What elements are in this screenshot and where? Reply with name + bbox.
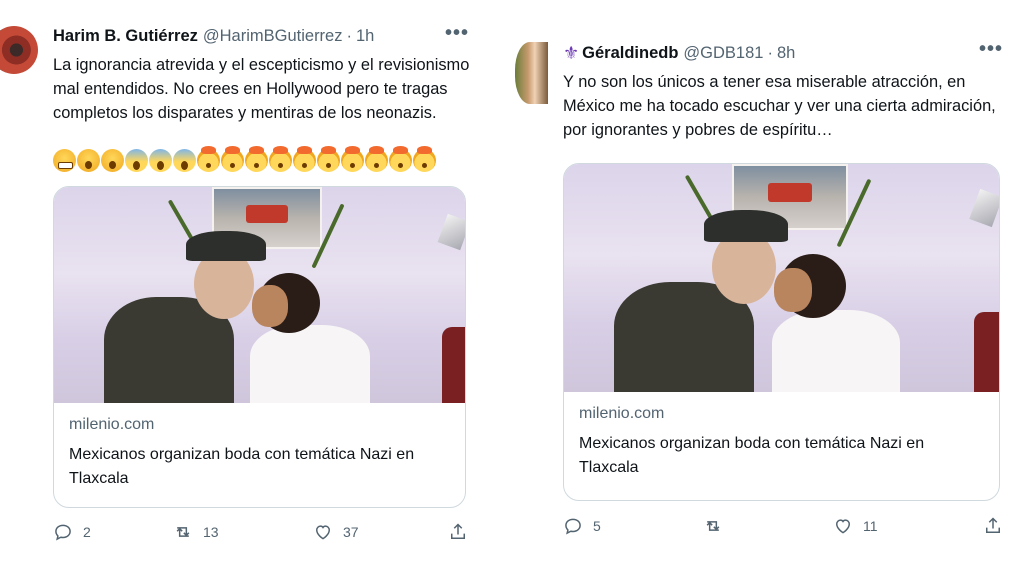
separator-dot: ·	[346, 27, 352, 45]
reply-button[interactable]: 5	[563, 516, 703, 536]
grimace-emoji	[53, 149, 76, 172]
timestamp[interactable]: 8h	[777, 44, 795, 63]
retweet-icon	[706, 521, 720, 531]
link-card[interactable]: milenio.com Mexicanos organizan boda con…	[53, 186, 466, 508]
retweet-button[interactable]: 13	[173, 522, 313, 542]
retweet-icon	[176, 527, 190, 537]
user-handle[interactable]: @GDB181	[683, 44, 763, 63]
user-handle[interactable]: @HarimBGutierrez	[203, 27, 343, 46]
chair	[442, 327, 465, 403]
mind-blown-emoji	[269, 146, 292, 172]
tweet-header: ⚜ Géraldinedb @GDB181 · 8h	[563, 43, 795, 64]
share-button[interactable]	[448, 522, 468, 542]
mind-blown-emoji	[245, 146, 268, 172]
mind-blown-emoji	[341, 146, 364, 172]
scream-emoji	[125, 149, 148, 172]
share-icon	[986, 517, 1000, 533]
more-options-icon[interactable]: •••	[979, 38, 1003, 61]
card-domain: milenio.com	[579, 405, 665, 422]
more-options-icon[interactable]: •••	[445, 22, 469, 45]
action-bar: 5 11	[563, 516, 1003, 536]
heart-icon	[315, 525, 331, 540]
tweet-text: La ignorancia atrevida y el escepticismo…	[53, 56, 470, 122]
reply-icon	[565, 518, 581, 535]
retweet-button[interactable]	[703, 516, 833, 536]
mind-blown-emoji	[317, 146, 340, 172]
like-count: 11	[863, 518, 878, 534]
astonished-emoji	[101, 149, 124, 172]
display-name[interactable]: Harim B. Gutiérrez	[53, 27, 198, 46]
scream-emoji	[173, 149, 196, 172]
mind-blown-emoji	[197, 146, 220, 172]
avatar[interactable]	[515, 42, 548, 104]
scream-emoji	[149, 149, 172, 172]
reply-button[interactable]: 2	[53, 522, 173, 542]
action-bar: 2 13 37	[53, 522, 468, 542]
card-domain: milenio.com	[69, 416, 155, 433]
like-count: 37	[343, 524, 359, 540]
reply-count: 5	[593, 518, 601, 534]
share-icon	[451, 523, 465, 539]
link-card[interactable]: milenio.com Mexicanos organizan boda con…	[563, 163, 1000, 501]
soldier-cap	[186, 231, 266, 261]
chair	[974, 312, 999, 392]
card-title: Mexicanos organizan boda con temática Na…	[69, 446, 415, 487]
card-title: Mexicanos organizan boda con temática Na…	[579, 435, 925, 476]
share-button[interactable]	[983, 516, 1003, 536]
emoji-row	[53, 146, 436, 172]
balloon-decoration	[437, 213, 465, 251]
astonished-emoji	[77, 149, 100, 172]
mind-blown-emoji	[221, 146, 244, 172]
card-info[interactable]: milenio.com Mexicanos organizan boda con…	[54, 403, 465, 503]
bride-dress	[250, 325, 370, 403]
bride-face	[252, 285, 288, 327]
mind-blown-emoji	[293, 146, 316, 172]
like-button[interactable]: 37	[313, 522, 443, 542]
reply-count: 2	[83, 524, 91, 540]
display-name[interactable]: Géraldinedb	[582, 44, 678, 63]
mind-blown-emoji	[389, 146, 412, 172]
card-image[interactable]	[564, 164, 999, 392]
bride-face	[774, 268, 812, 312]
card-info[interactable]: milenio.com Mexicanos organizan boda con…	[564, 392, 999, 492]
mind-blown-emoji	[365, 146, 388, 172]
fleur-de-lis-icon: ⚜	[563, 43, 580, 63]
separator-dot: ·	[767, 44, 773, 62]
mind-blown-emoji	[413, 146, 436, 172]
like-button[interactable]: 11	[833, 516, 973, 536]
tweet-text: Y no son los únicos a tener esa miserabl…	[563, 73, 996, 139]
card-image[interactable]	[54, 187, 465, 403]
bride-dress	[772, 310, 900, 392]
soldier-cap	[704, 210, 788, 242]
reply-icon	[55, 524, 71, 541]
heart-icon	[835, 519, 851, 534]
avatar[interactable]	[0, 26, 38, 74]
balloon-decoration	[969, 188, 999, 228]
retweet-count: 13	[203, 524, 219, 540]
tweet-header: Harim B. Gutiérrez @HarimBGutierrez · 1h	[53, 27, 374, 46]
timestamp[interactable]: 1h	[356, 27, 374, 46]
